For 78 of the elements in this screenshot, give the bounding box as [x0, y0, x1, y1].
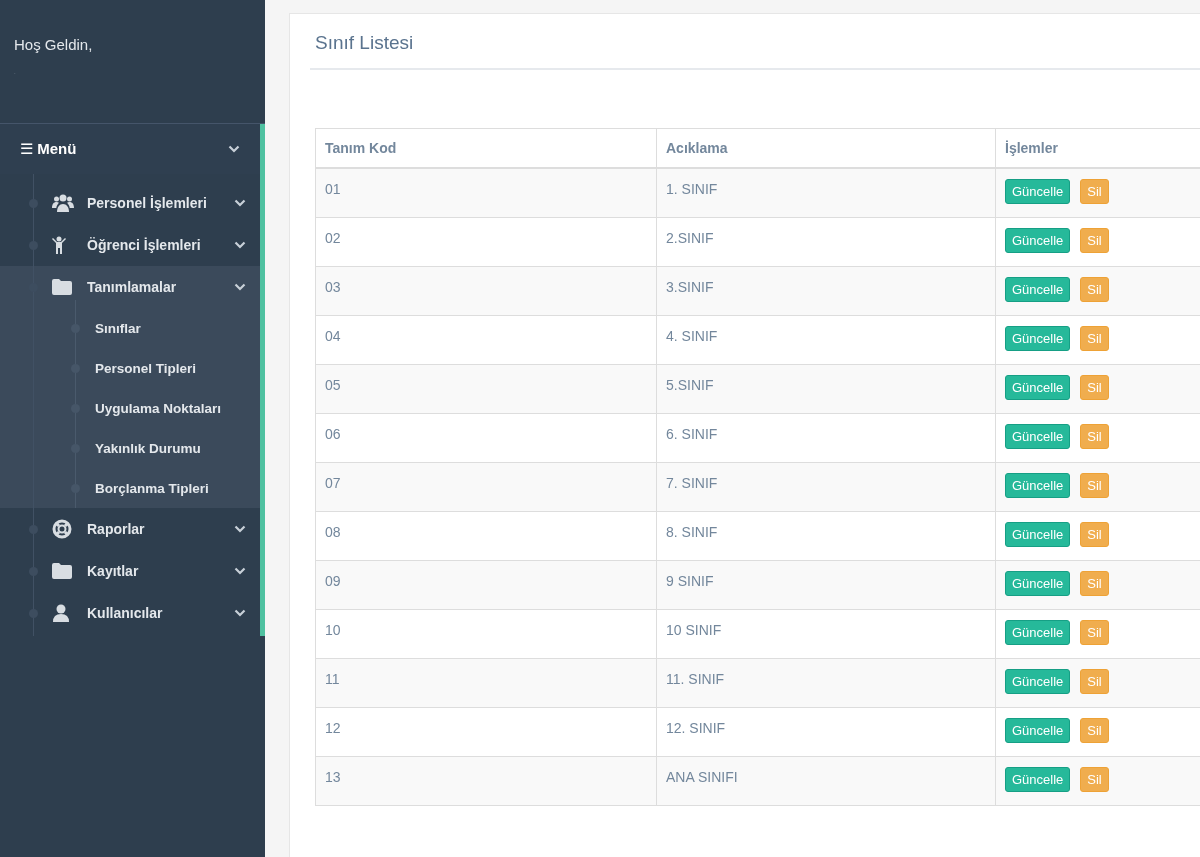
child-icon [52, 236, 66, 254]
delete-button[interactable]: Sil [1080, 472, 1109, 498]
table-cell: 08 [315, 511, 657, 560]
chevron-icon [234, 525, 246, 533]
folder-icon [52, 563, 72, 579]
sidebar-item[interactable]: Raporlar [0, 508, 260, 550]
delete-button[interactable]: Sil [1080, 570, 1109, 596]
chevron-icon [234, 283, 246, 291]
delete-button[interactable]: Sil [1080, 179, 1109, 204]
table-cell: 2.SINIF [656, 217, 996, 266]
submenu-item[interactable]: Sınıflar [95, 320, 141, 336]
table-cell: 5.SINIF [656, 364, 996, 413]
update-button[interactable]: Güncelle [1005, 423, 1071, 449]
table-cell: 9 SINIF [656, 560, 996, 609]
table-cell: 04 [315, 315, 657, 364]
delete-button[interactable]: Sil [1080, 766, 1109, 792]
chevron-icon [234, 567, 246, 575]
update-button[interactable]: Güncelle [1005, 227, 1071, 253]
table-cell: ANA SINIFI [656, 756, 996, 805]
lifebuoy-icon [52, 519, 72, 539]
user-icon [52, 604, 70, 622]
submenu-item[interactable]: Uygulama Noktaları [95, 400, 222, 416]
table-cell: 10 [315, 609, 657, 658]
update-button[interactable]: Güncelle [1005, 276, 1071, 302]
update-button[interactable]: Güncelle [1005, 374, 1071, 400]
table-cell: 1. SINIF [656, 168, 996, 217]
table-cell: 4. SINIF [656, 315, 996, 364]
greeting-text: Hoş Geldin, [14, 36, 94, 53]
table-cell: 8. SINIF [656, 511, 996, 560]
table-cell: 3.SINIF [656, 266, 996, 315]
delete-button[interactable]: Sil [1080, 668, 1109, 694]
table-cell: 01 [315, 168, 657, 217]
table-cell: 03 [315, 266, 657, 315]
update-button[interactable]: Güncelle [1005, 619, 1071, 645]
delete-button[interactable]: Sil [1080, 276, 1109, 302]
table-cell: 13 [315, 756, 657, 805]
delete-button[interactable]: Sil [1080, 374, 1109, 400]
update-button[interactable]: Güncelle [1005, 325, 1071, 351]
table-cell: 12 [315, 707, 657, 756]
delete-button[interactable]: Sil [1080, 717, 1109, 743]
submenu-item[interactable]: Borçlanma Tipleri [95, 480, 209, 496]
table-cell: 07 [315, 462, 657, 511]
sidebar-item[interactable]: Personel İşlemleri [0, 182, 260, 224]
update-button[interactable]: Güncelle [1005, 570, 1071, 596]
delete-button[interactable]: Sil [1080, 619, 1109, 645]
chevron-icon [234, 241, 246, 249]
table-cell: 06 [315, 413, 657, 462]
delete-button[interactable]: Sil [1080, 423, 1109, 449]
table-cell: 10 SINIF [656, 609, 996, 658]
submenu-item[interactable]: Yakınlık Durumu [95, 440, 201, 456]
table-cell: 11 [315, 658, 657, 707]
delete-button[interactable]: Sil [1080, 227, 1109, 253]
delete-button[interactable]: Sil [1080, 521, 1109, 547]
chevron-icon [228, 145, 240, 153]
update-button[interactable]: Güncelle [1005, 179, 1071, 204]
delete-button[interactable]: Sil [1080, 325, 1109, 351]
page-title: Sınıf Listesi [310, 14, 1200, 70]
chevron-icon [234, 609, 246, 617]
update-button[interactable]: Güncelle [1005, 472, 1071, 498]
table-cell: 11. SINIF [656, 658, 996, 707]
table-cell: 02 [315, 217, 657, 266]
folder-icon [52, 279, 72, 295]
update-button[interactable]: Güncelle [1005, 717, 1071, 743]
update-button[interactable]: Güncelle [1005, 521, 1071, 547]
table-cell: 05 [315, 364, 657, 413]
sidebar-item[interactable]: Tanımlamalar [0, 266, 260, 308]
table-cell: 6. SINIF [656, 413, 996, 462]
sidebar-item[interactable]: Kullanıcılar [0, 592, 260, 634]
table-cell: 7. SINIF [656, 462, 996, 511]
update-button[interactable]: Güncelle [1005, 766, 1071, 792]
submenu-item[interactable]: Personel Tipleri [95, 360, 197, 376]
update-button[interactable]: Güncelle [1005, 668, 1071, 694]
chevron-icon [234, 199, 246, 207]
sidebar-item[interactable]: Öğrenci İşlemleri [0, 224, 260, 266]
table-cell: 09 [315, 560, 657, 609]
sidebar-item[interactable]: Kayıtlar [0, 550, 260, 592]
users-icon [52, 194, 74, 212]
table-cell: 12. SINIF [656, 707, 996, 756]
